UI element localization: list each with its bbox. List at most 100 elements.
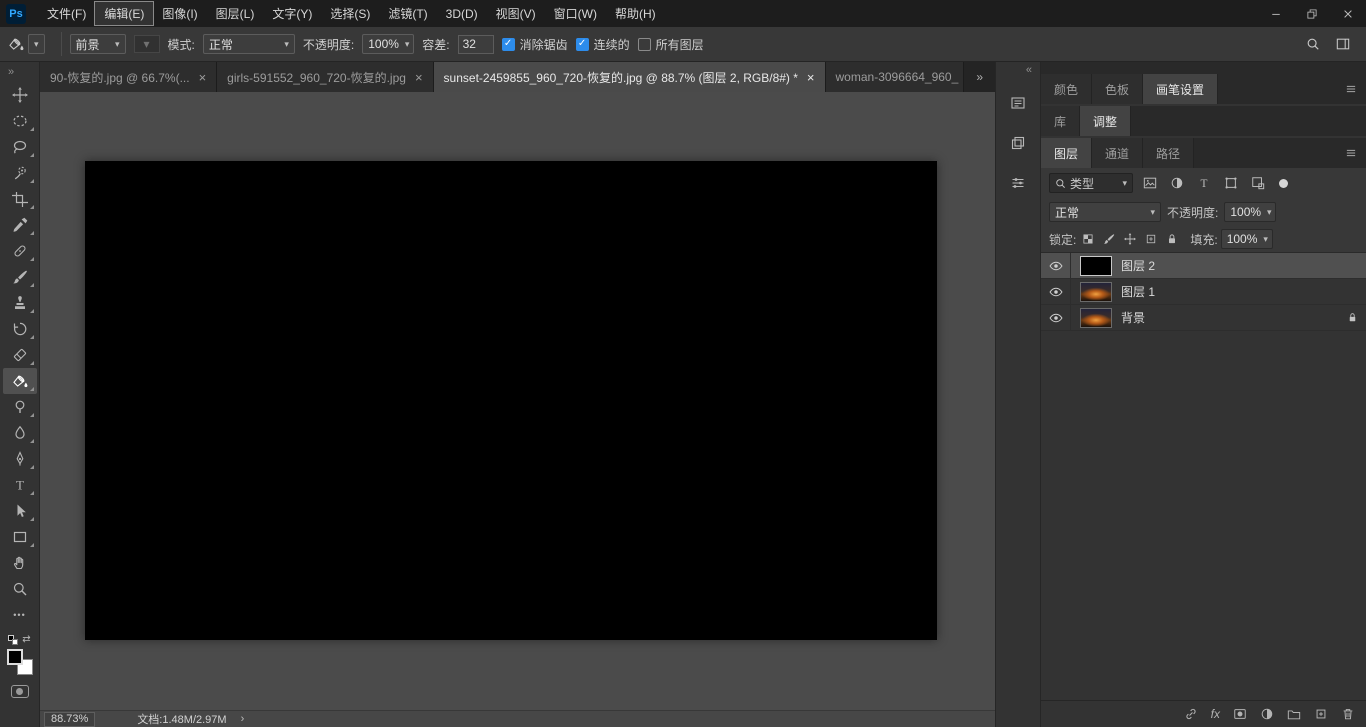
delete-layer-icon[interactable] — [1341, 707, 1355, 721]
tab-libraries[interactable]: 库 — [1041, 106, 1081, 136]
layer-row[interactable]: 图层 1 — [1041, 279, 1366, 305]
toolbar-expand-icon[interactable]: » — [0, 62, 14, 82]
move-tool[interactable] — [3, 82, 37, 108]
tab-channels[interactable]: 通道 — [1092, 138, 1144, 168]
pattern-picker[interactable]: ▾ — [133, 35, 160, 53]
lasso-tool[interactable] — [3, 134, 37, 160]
paint-bucket-tool[interactable] — [2, 368, 37, 394]
blend-mode-dropdown[interactable]: 正常 ▾ — [202, 34, 295, 54]
layer-filter-type-dropdown[interactable]: 类型 ▾ — [1049, 173, 1133, 193]
document-tab[interactable]: girls-591552_960_720-恢复的.jpg × — [217, 62, 434, 92]
lock-position-icon[interactable] — [1121, 230, 1139, 248]
history-brush-tool[interactable] — [3, 316, 37, 342]
document-tab[interactable]: woman-3096664_960_ — [825, 62, 965, 92]
document-tab-active[interactable]: sunset-2459855_960_720-恢复的.jpg @ 88.7% (… — [433, 62, 826, 92]
contiguous-option[interactable]: ✓ 连续的 — [575, 36, 630, 53]
pen-tool[interactable] — [3, 446, 37, 472]
tab-overflow-icon[interactable]: » — [964, 62, 995, 92]
layer-blend-mode-dropdown[interactable]: 正常 ▾ — [1049, 202, 1161, 222]
dodge-tool[interactable] — [3, 394, 37, 420]
canvas-workspace[interactable] — [40, 92, 995, 710]
foreground-color-swatch[interactable] — [6, 649, 23, 665]
panel-menu-icon[interactable] — [1336, 74, 1366, 104]
crop-tool[interactable] — [3, 186, 37, 212]
tab-layers[interactable]: 图层 — [1041, 138, 1093, 168]
tab-close-icon[interactable]: × — [415, 70, 423, 85]
blur-tool[interactable] — [3, 420, 37, 446]
menu-type[interactable]: 文字(Y) — [263, 2, 321, 25]
collapsed-panel-properties-icon[interactable] — [1003, 168, 1033, 198]
opacity-dropdown[interactable]: 100% ▾ — [362, 34, 415, 54]
menu-select[interactable]: 选择(S) — [321, 2, 379, 25]
filter-shape-layers-icon[interactable] — [1221, 173, 1241, 193]
eyedropper-tool[interactable] — [3, 212, 37, 238]
new-adjustment-layer-icon[interactable] — [1260, 707, 1274, 721]
layer-name[interactable]: 图层 2 — [1121, 257, 1155, 274]
status-options-chevron-icon[interactable]: › — [241, 713, 245, 725]
layer-name[interactable]: 背景 — [1121, 309, 1145, 326]
swap-colors-icon[interactable]: ⇄ — [22, 634, 30, 645]
layer-visibility-toggle[interactable] — [1041, 279, 1071, 304]
menu-edit[interactable]: 编辑(E) — [94, 1, 155, 26]
add-layer-mask-icon[interactable] — [1233, 707, 1247, 721]
menu-3d[interactable]: 3D(D) — [437, 4, 487, 24]
layer-name[interactable]: 图层 1 — [1121, 283, 1155, 300]
tab-paths[interactable]: 路径 — [1143, 138, 1195, 168]
search-icon[interactable] — [1306, 37, 1320, 51]
elliptical-marquee-tool[interactable] — [3, 108, 37, 134]
document-image[interactable] — [85, 161, 937, 640]
filter-type-layers-icon[interactable] — [1194, 173, 1214, 193]
tab-close-icon[interactable]: × — [199, 70, 207, 85]
zoom-level-field[interactable]: 88.73% — [44, 711, 96, 727]
close-button[interactable] — [1330, 0, 1366, 27]
layer-thumbnail[interactable] — [1080, 307, 1112, 328]
clone-stamp-tool[interactable] — [3, 290, 37, 316]
hand-tool[interactable] — [3, 550, 37, 576]
lock-all-icon[interactable] — [1163, 230, 1181, 248]
new-layer-icon[interactable] — [1314, 707, 1328, 721]
filter-smart-objects-icon[interactable] — [1248, 173, 1268, 193]
collapsed-panel-history-icon[interactable] — [1003, 88, 1033, 118]
tolerance-input[interactable] — [457, 34, 494, 54]
menu-filter[interactable]: 滤镜(T) — [379, 2, 436, 25]
new-group-icon[interactable] — [1287, 707, 1301, 721]
menu-file[interactable]: 文件(F) — [38, 2, 95, 25]
anti-alias-checkbox[interactable]: ✓ — [501, 37, 515, 51]
quick-mask-button[interactable] — [10, 685, 29, 698]
zoom-tool[interactable] — [3, 576, 37, 602]
rectangle-tool[interactable] — [3, 524, 37, 550]
spot-healing-brush-tool[interactable] — [3, 238, 37, 264]
lock-transparent-pixels-icon[interactable] — [1079, 230, 1097, 248]
type-tool[interactable] — [3, 472, 37, 498]
quick-selection-tool[interactable] — [3, 160, 37, 186]
path-selection-tool[interactable] — [3, 498, 37, 524]
anti-alias-option[interactable]: ✓ 消除锯齿 — [501, 36, 568, 53]
tab-close-icon[interactable]: × — [807, 70, 815, 85]
menu-window[interactable]: 窗口(W) — [545, 2, 606, 25]
workspace-switcher-icon[interactable] — [1336, 37, 1350, 51]
filter-on-off-toggle[interactable] — [1279, 178, 1288, 188]
layer-opacity-dropdown[interactable]: 100% ▾ — [1224, 202, 1277, 222]
fill-source-dropdown[interactable]: 前景 ▾ — [69, 34, 126, 54]
layer-visibility-toggle[interactable] — [1041, 305, 1071, 330]
tab-color[interactable]: 颜色 — [1041, 74, 1093, 104]
layer-row-selected[interactable]: 图层 2 — [1041, 253, 1366, 279]
layer-row-background[interactable]: 背景 — [1041, 305, 1366, 331]
layer-thumbnail[interactable] — [1080, 281, 1112, 302]
all-layers-option[interactable]: 所有图层 — [637, 36, 704, 53]
menu-help[interactable]: 帮助(H) — [606, 2, 665, 25]
expand-panels-icon[interactable]: « — [1018, 62, 1040, 78]
filter-adjustment-layers-icon[interactable] — [1167, 173, 1187, 193]
tab-swatches[interactable]: 色板 — [1092, 74, 1144, 104]
default-colors-icon[interactable] — [8, 634, 19, 645]
menu-image[interactable]: 图像(I) — [153, 2, 206, 25]
document-tab[interactable]: 90-恢复的.jpg @ 66.7%(... × — [40, 62, 218, 92]
filter-pixel-layers-icon[interactable] — [1140, 173, 1160, 193]
link-layers-icon[interactable] — [1184, 707, 1198, 721]
minimize-button[interactable] — [1258, 0, 1294, 27]
collapsed-panel-clone-source-icon[interactable] — [1003, 128, 1033, 158]
tool-preset-picker[interactable]: ▾ — [8, 34, 53, 54]
restore-button[interactable] — [1294, 0, 1330, 27]
edit-toolbar-button[interactable]: ••• — [3, 602, 37, 628]
lock-artboard-icon[interactable] — [1142, 230, 1160, 248]
